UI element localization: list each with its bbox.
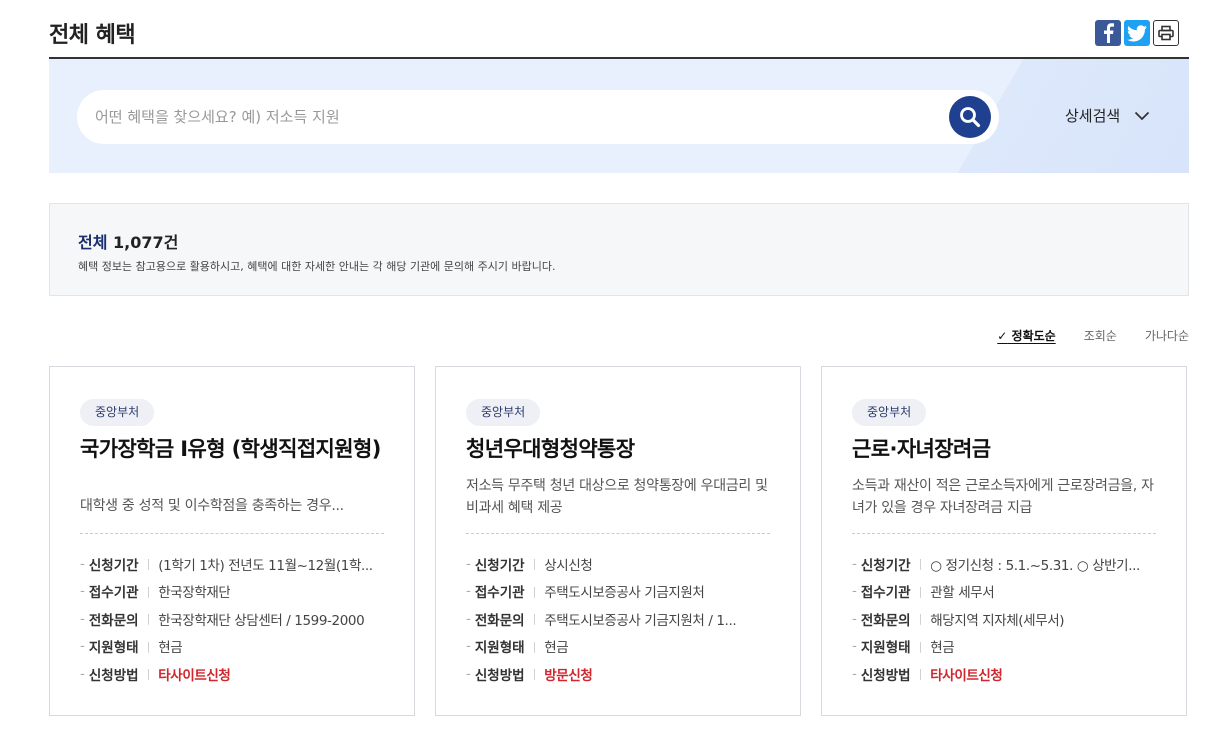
print-icon[interactable]	[1153, 20, 1179, 46]
info-row: - 지원형태 | 현금	[852, 638, 955, 657]
search-input[interactable]	[95, 104, 935, 130]
info-row: - 전화문의 | 해당지역 지자체(세무서)	[852, 610, 1065, 629]
total-label: 전체	[78, 233, 108, 252]
card-description: 대학생 중 성적 및 이수학점을 충족하는 경우...	[80, 498, 344, 514]
info-row: - 접수기관 | 한국장학재단	[80, 583, 231, 602]
card-title[interactable]: 국가장학금 Ⅰ유형 (학생직접지원형)	[80, 434, 390, 464]
info-row: - 신청방법 | 타사이트신청	[80, 664, 231, 684]
card-divider	[852, 533, 1156, 534]
info-row: - 신청기간 | (1학기 1차) 전년도 11월~12월(1학...	[80, 555, 373, 574]
page-title: 전체 혜택	[49, 23, 136, 48]
card-info-list: - 신청기간 | (1학기 1차) 전년도 11월~12월(1학... - 접수기관 | 한…	[80, 550, 390, 688]
detail-search-toggle[interactable]: 상세검색	[1065, 105, 1150, 126]
card-description: 저소득 무주택 청년 대상으로 청약통장에 우대금리 및 비과세 혜택 제공	[466, 478, 768, 516]
category-badge: 중앙부처	[852, 399, 927, 426]
sort-options: ✓ 정확도순 조회순 가나다순	[997, 327, 1189, 344]
sort-accuracy[interactable]: ✓ 정확도순	[997, 327, 1055, 344]
card-title[interactable]: 청년우대형청약통장	[466, 434, 776, 464]
share-bar	[1095, 20, 1179, 46]
card-description: 소득과 재산이 적은 근로소득자에게 근로장려금을, 자녀가 있을 경우 자녀장…	[852, 478, 1154, 516]
search-box	[77, 90, 999, 144]
search-panel: 상세검색	[49, 59, 1189, 173]
card-info-list: - 신청기간 | 상시신청 - 접수기관 | 주택도시보증공사 기금지원처 - 전화문의 | 주택…	[466, 550, 776, 688]
benefit-card[interactable]: 중앙부처 국가장학금 Ⅰ유형 (학생직접지원형) 대학생 중 성적 및 이수학점…	[49, 366, 415, 716]
detail-search-label: 상세검색	[1065, 107, 1121, 125]
sort-alphabetical[interactable]: 가나다순	[1145, 327, 1189, 344]
info-row: - 신청기간 | 상시신청	[466, 555, 593, 574]
info-row: - 신청방법 | 방문신청	[466, 664, 593, 684]
total-number: 1,077건	[113, 233, 179, 252]
info-row: - 전화문의 | 한국장학재단 상담센터 / 1599-2000	[80, 610, 365, 629]
info-row: - 접수기관 | 관할 세무서	[852, 583, 995, 602]
apply-method-link[interactable]: 방문신청	[544, 664, 592, 684]
card-title[interactable]: 근로·자녀장려금	[852, 434, 1162, 464]
info-row: - 신청방법 | 타사이트신청	[852, 664, 1003, 684]
card-divider	[466, 533, 770, 534]
category-badge: 중앙부처	[466, 399, 541, 426]
card-info-list: - 신청기간 | ○ 정기신청 : 5.1.~5.31. ○ 상반기... - 접수기관…	[852, 550, 1162, 688]
facebook-icon[interactable]	[1095, 20, 1121, 46]
check-icon: ✓	[997, 329, 1008, 343]
info-row: - 지원형태 | 현금	[466, 638, 569, 657]
card-divider	[80, 533, 384, 534]
search-button[interactable]	[949, 96, 991, 138]
search-icon	[960, 107, 981, 128]
chevron-down-icon	[1135, 111, 1150, 120]
info-row: - 접수기관 | 주택도시보증공사 기금지원처	[466, 583, 705, 602]
apply-method-link[interactable]: 타사이트신청	[930, 664, 1002, 684]
info-row: - 지원형태 | 현금	[80, 638, 183, 657]
twitter-icon[interactable]	[1124, 20, 1150, 46]
info-row: - 신청기간 | ○ 정기신청 : 5.1.~5.31. ○ 상반기...	[852, 555, 1140, 574]
benefit-card[interactable]: 중앙부처 청년우대형청약통장 저소득 무주택 청년 대상으로 청약통장에 우대금…	[435, 366, 801, 716]
notice-text: 혜택 정보는 참고용으로 활용하시고, 혜택에 대한 자세한 안내는 각 해당 …	[78, 260, 556, 273]
info-row: - 전화문의 | 주택도시보증공사 기금지원처 / 1...	[466, 610, 737, 629]
result-summary: 전체 1,077건 혜택 정보는 참고용으로 활용하시고, 혜택에 대한 자세한…	[49, 203, 1189, 296]
benefit-card[interactable]: 중앙부처 근로·자녀장려금 소득과 재산이 적은 근로소득자에게 근로장려금을,…	[821, 366, 1187, 716]
sort-views[interactable]: 조회순	[1084, 327, 1117, 344]
apply-method-link[interactable]: 타사이트신청	[158, 664, 230, 684]
total-count: 전체 1,077건	[78, 229, 178, 253]
category-badge: 중앙부처	[80, 399, 155, 426]
